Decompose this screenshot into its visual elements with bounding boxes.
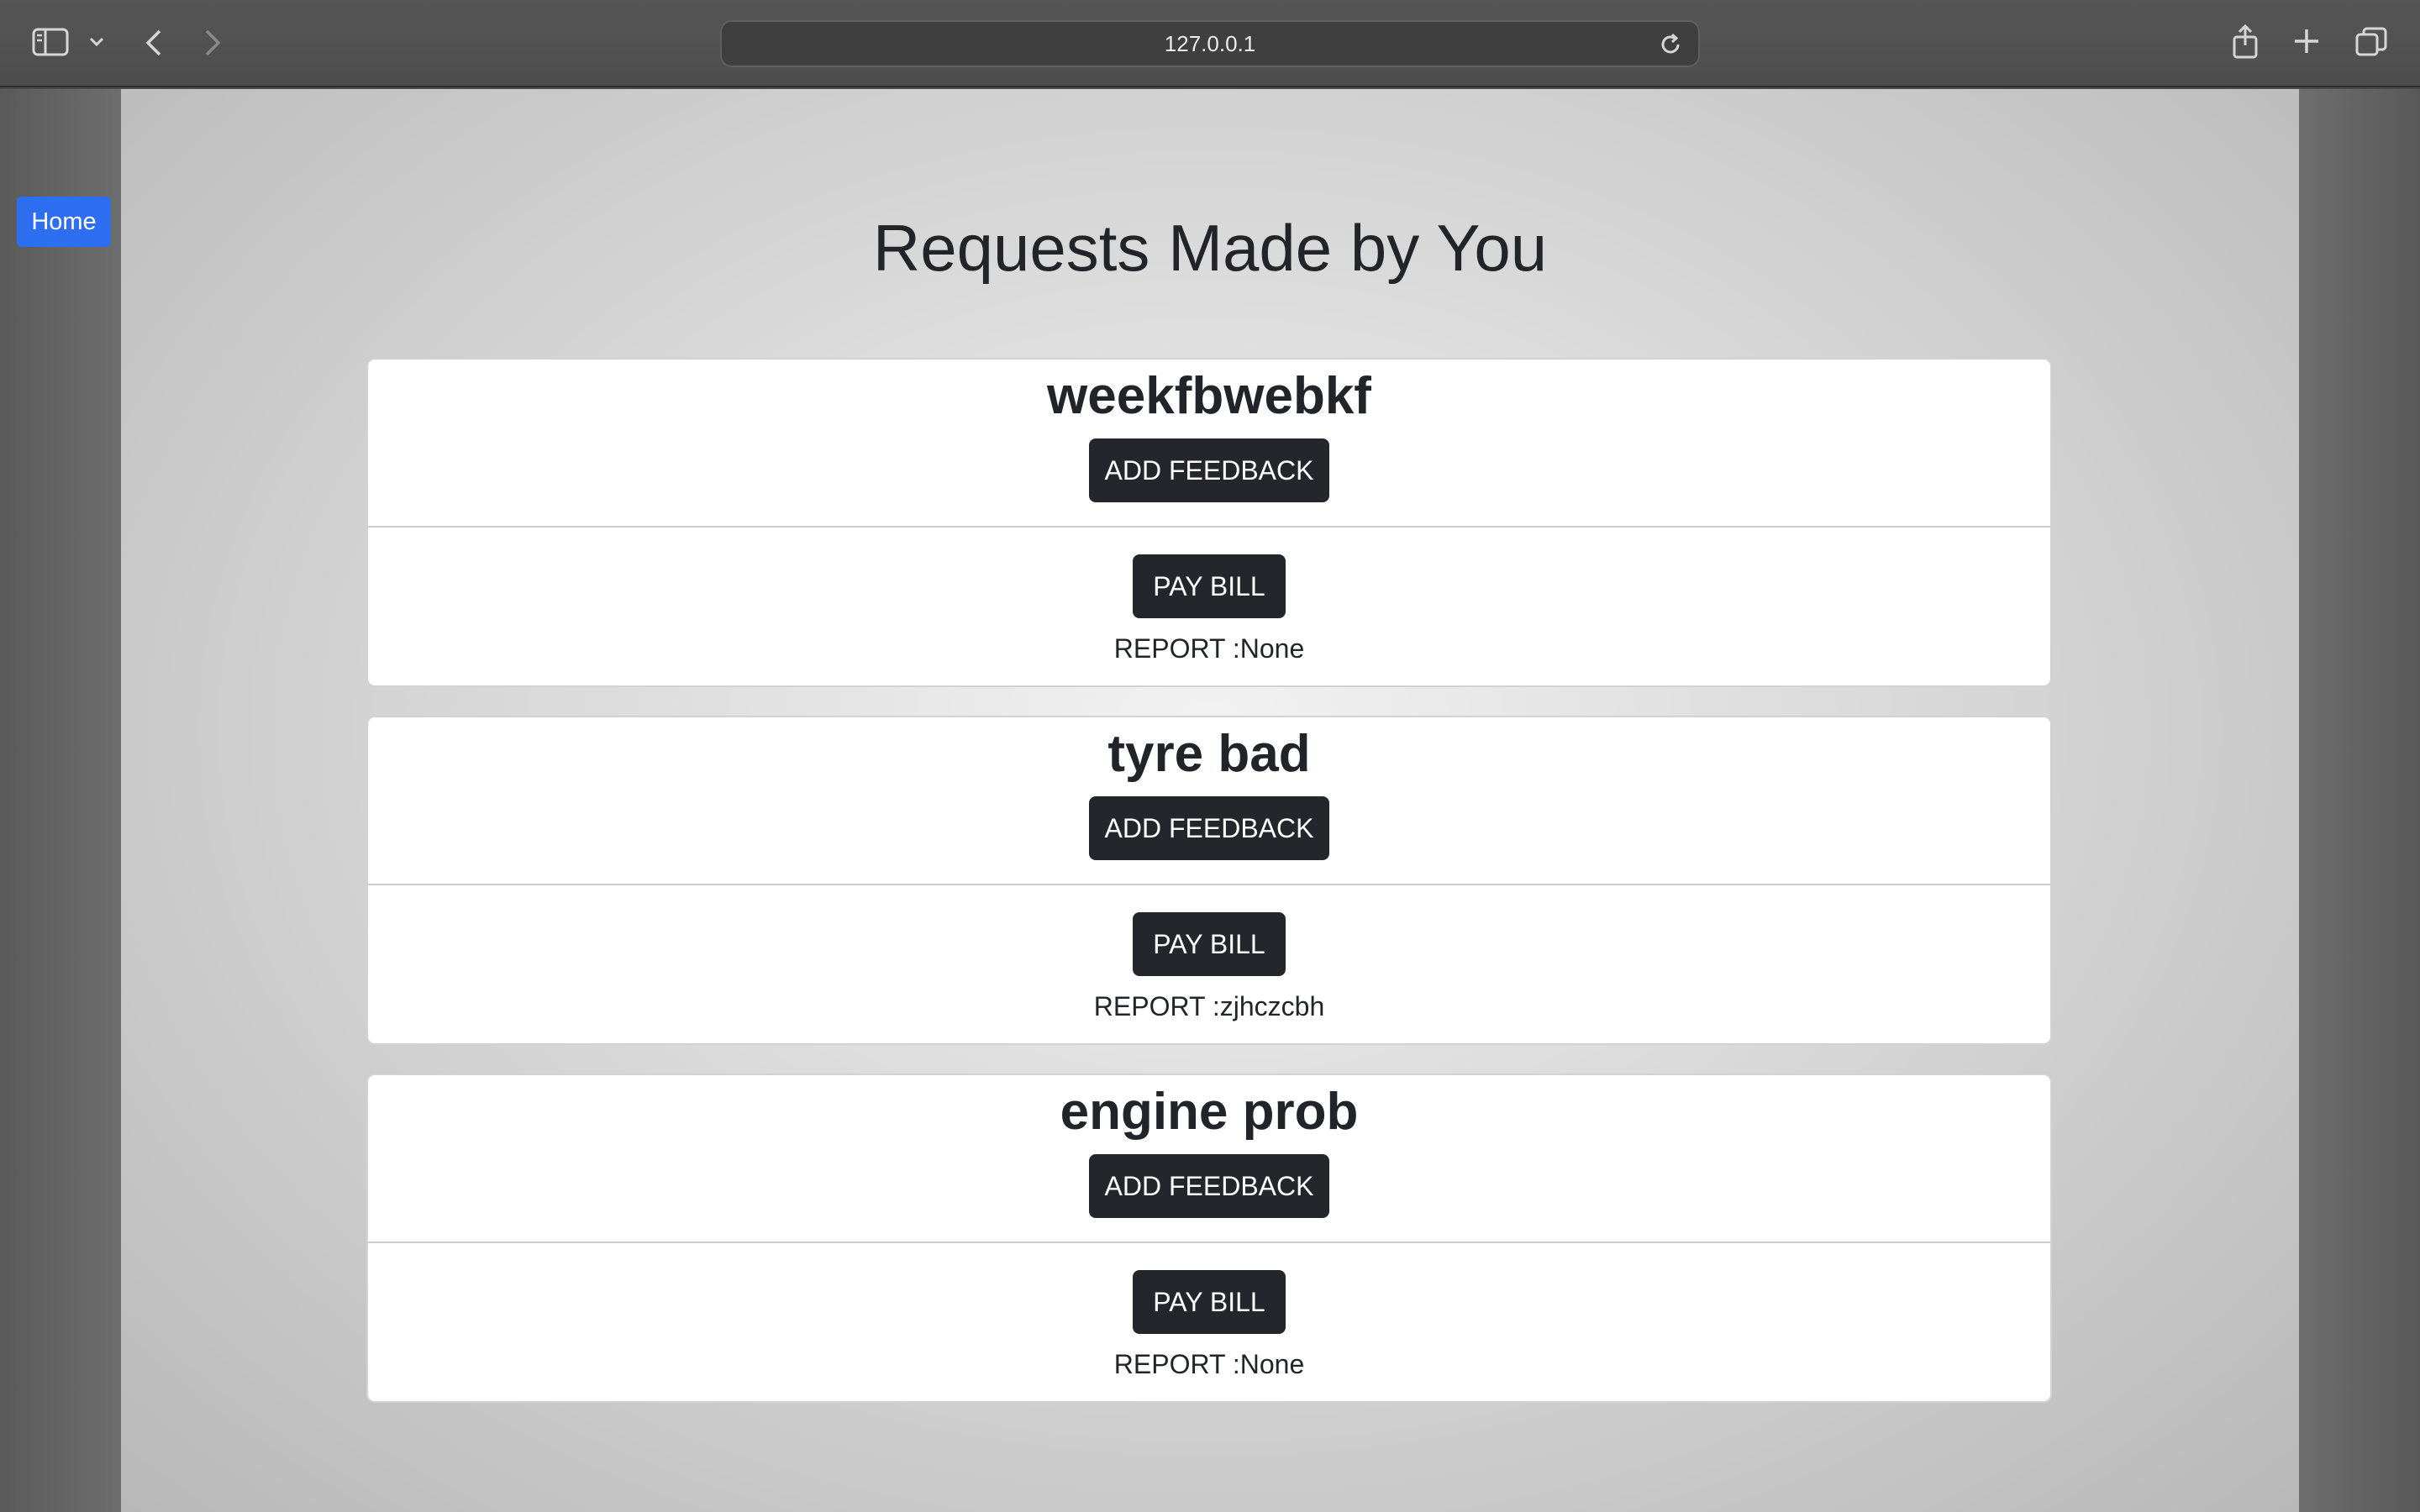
request-title: tyre bad bbox=[1107, 725, 1311, 783]
request-title: weekfbwebkf bbox=[1047, 367, 1371, 425]
card-header: weekfbwebkf ADD FEEDBACK bbox=[368, 360, 2050, 528]
add-feedback-button[interactable]: ADD FEEDBACK bbox=[1089, 1154, 1329, 1218]
request-title: engine prob bbox=[1060, 1083, 1359, 1141]
address-bar[interactable]: 127.0.0.1 bbox=[720, 20, 1700, 67]
report-label: REPORT : bbox=[1113, 633, 1240, 664]
chevron-down-icon[interactable] bbox=[87, 34, 106, 50]
request-card: engine prob ADD FEEDBACK PAY BILL REPORT… bbox=[366, 1074, 2052, 1403]
report-value: None bbox=[1239, 1349, 1305, 1379]
reload-icon[interactable] bbox=[1658, 32, 1683, 61]
back-icon[interactable] bbox=[141, 27, 166, 59]
home-button[interactable]: Home bbox=[17, 197, 111, 247]
report-label: REPORT : bbox=[1113, 1349, 1240, 1379]
sidebar-icon[interactable] bbox=[32, 27, 69, 57]
new-tab-icon[interactable] bbox=[2292, 27, 2321, 55]
browser-toolbar: 127.0.0.1 bbox=[0, 0, 2420, 87]
request-card: weekfbwebkf ADD FEEDBACK PAY BILL REPORT… bbox=[366, 358, 2052, 687]
card-header: engine prob ADD FEEDBACK bbox=[368, 1075, 2050, 1243]
report-label: REPORT : bbox=[1093, 991, 1220, 1021]
card-body: PAY BILL REPORT :None bbox=[368, 1243, 2050, 1403]
forward-icon[interactable] bbox=[200, 27, 225, 59]
address-text: 127.0.0.1 bbox=[1164, 30, 1256, 56]
report-text: REPORT :None bbox=[1114, 633, 1304, 664]
pay-bill-button[interactable]: PAY BILL bbox=[1133, 1270, 1286, 1334]
report-value: zjhczcbh bbox=[1219, 991, 1325, 1021]
report-value: None bbox=[1239, 633, 1305, 664]
left-gutter bbox=[0, 89, 121, 1512]
right-gutter bbox=[2299, 89, 2420, 1512]
card-body: PAY BILL REPORT :None bbox=[368, 528, 2050, 687]
card-header: tyre bad ADD FEEDBACK bbox=[368, 717, 2050, 885]
page-title: Requests Made by You bbox=[872, 211, 1548, 285]
page-content: Requests Made by You weekfbwebkf ADD FEE… bbox=[121, 89, 2299, 1512]
add-feedback-button[interactable]: ADD FEEDBACK bbox=[1089, 796, 1329, 860]
report-text: REPORT :None bbox=[1114, 1349, 1304, 1380]
report-text: REPORT :zjhczcbh bbox=[1094, 991, 1324, 1022]
card-body: PAY BILL REPORT :zjhczcbh bbox=[368, 885, 2050, 1045]
tabs-overview-icon[interactable] bbox=[2354, 25, 2388, 59]
pay-bill-button[interactable]: PAY BILL bbox=[1133, 554, 1286, 618]
pay-bill-button[interactable]: PAY BILL bbox=[1133, 912, 1286, 976]
add-feedback-button[interactable]: ADD FEEDBACK bbox=[1089, 438, 1329, 502]
request-card: tyre bad ADD FEEDBACK PAY BILL REPORT :z… bbox=[366, 716, 2052, 1045]
share-icon[interactable] bbox=[2230, 24, 2260, 60]
